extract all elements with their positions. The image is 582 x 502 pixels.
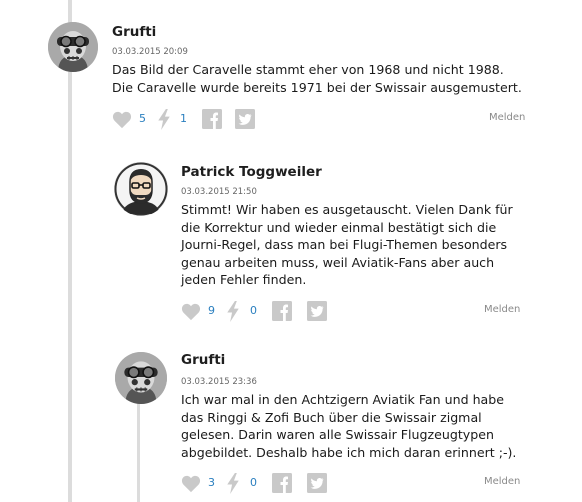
- lightning-icon[interactable]: [226, 301, 240, 322]
- comment-timestamp: 03.03.2015 21:50: [181, 187, 257, 197]
- comment-body-line: Das Bild der Caravelle stammt eher von 1…: [112, 62, 504, 77]
- avatar[interactable]: [115, 352, 167, 404]
- comment-author[interactable]: Grufti: [181, 352, 225, 368]
- heart-icon[interactable]: [181, 475, 201, 493]
- comment-actions: 3 0 Melden: [181, 472, 541, 494]
- skull-goggles-avatar-icon: [115, 352, 167, 404]
- facebook-icon[interactable]: [272, 473, 292, 493]
- comment-body-line: gelesen. Darin waren alle Swissair Flugz…: [181, 427, 494, 443]
- comment-body: Ich war mal in den Achtzigern Aviatik Fa…: [181, 391, 516, 461]
- facebook-icon[interactable]: [272, 301, 292, 321]
- lightning-icon[interactable]: [226, 473, 240, 494]
- comment-timestamp: 03.03.2015 20:09: [112, 47, 188, 57]
- comment-actions: 9 0 Melden: [181, 300, 541, 322]
- twitter-icon[interactable]: [235, 109, 255, 129]
- comment-body-line: jeden Fehler finden.: [181, 272, 307, 288]
- like-count: 9: [208, 304, 215, 317]
- comment-body: Stimmt! Wir haben es ausgetauscht. Viele…: [181, 201, 513, 289]
- flash-count: 0: [250, 304, 257, 317]
- comment-body-line: Ich war mal in den Achtzigern Aviatik Fa…: [181, 392, 505, 407]
- report-link[interactable]: Melden: [484, 304, 520, 315]
- like-count: 3: [208, 476, 215, 489]
- twitter-icon[interactable]: [307, 301, 327, 321]
- twitter-icon[interactable]: [307, 473, 327, 493]
- comment-body-line: abgebildet. Deshalb habe ich mich daran …: [181, 444, 517, 460]
- heart-icon[interactable]: [112, 111, 132, 129]
- comment-author[interactable]: Grufti: [112, 24, 156, 40]
- heart-icon[interactable]: [181, 303, 201, 321]
- comment-body-line: Die Caravelle wurde bereits 1971 bei der…: [112, 79, 522, 95]
- skull-goggles-avatar-icon: [48, 22, 98, 72]
- comment-body-line: die Korrektur und wieder einmal bestätig…: [181, 219, 497, 235]
- flash-count: 0: [250, 476, 257, 489]
- lightning-icon[interactable]: [157, 109, 171, 130]
- comment-body-line: genau arbeiten muss, weil Aviatik-Fans a…: [181, 254, 495, 270]
- comment-reply: Grufti 03.03.2015 23:36 Ich war mal in d…: [0, 340, 582, 502]
- comment-body-line: das Ringgi & Zofi Buch über die Swissair…: [181, 409, 482, 425]
- facebook-icon[interactable]: [202, 109, 222, 129]
- bearded-man-avatar-icon: [114, 162, 168, 216]
- comment-actions: 5 1 Melden: [112, 108, 532, 130]
- comment-reply: Patrick Toggweiler 03.03.2015 21:50 Stim…: [0, 150, 582, 330]
- comment-body-line: Journi-Regel, dass man bei Flugi-Themen …: [181, 237, 508, 253]
- comment-author[interactable]: Patrick Toggweiler: [181, 164, 322, 180]
- avatar[interactable]: [48, 22, 98, 72]
- comment-body-line: Stimmt! Wir haben es ausgetauscht. Viele…: [181, 202, 513, 217]
- comment-timestamp: 03.03.2015 23:36: [181, 377, 257, 387]
- report-link[interactable]: Melden: [484, 476, 520, 487]
- comment-body: Das Bild der Caravelle stammt eher von 1…: [112, 61, 522, 96]
- flash-count: 1: [180, 112, 187, 125]
- like-count: 5: [139, 112, 146, 125]
- report-link[interactable]: Melden: [489, 112, 525, 123]
- comment: Grufti 03.03.2015 20:09 Das Bild der Car…: [0, 0, 582, 140]
- avatar[interactable]: [114, 162, 168, 216]
